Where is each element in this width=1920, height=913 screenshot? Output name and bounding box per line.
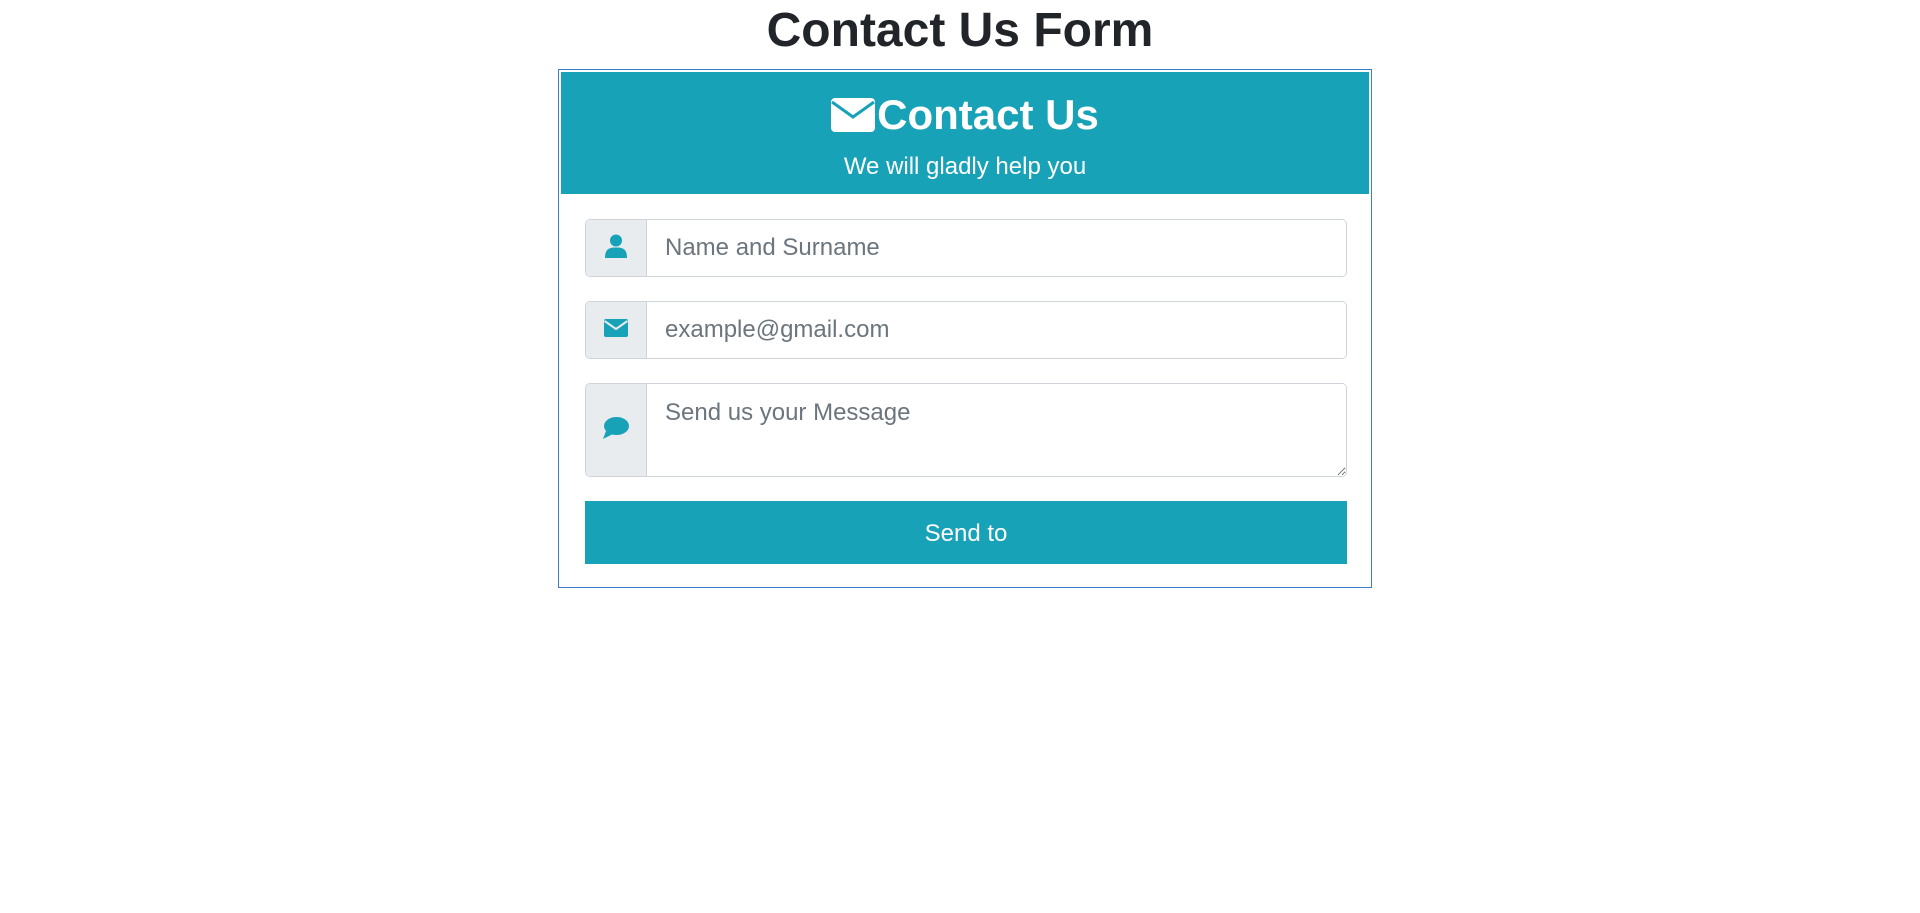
message-input-group: [585, 383, 1347, 477]
user-icon: [605, 234, 627, 263]
card-header-subtitle: We will gladly help you: [843, 153, 1087, 180]
name-addon: [586, 220, 647, 276]
email-input-group: [585, 301, 1347, 359]
speech-bubble-icon: [603, 416, 629, 444]
card-header: Contact Us We will gladly help you: [561, 72, 1369, 194]
email-addon: [586, 302, 647, 358]
name-input-group: [585, 219, 1347, 277]
send-button[interactable]: Send to: [585, 501, 1347, 564]
message-textarea[interactable]: [647, 384, 1346, 476]
page-title: Contact Us Form: [766, 4, 1154, 57]
card-header-title: Contact Us: [561, 90, 1369, 140]
envelope-icon: [831, 98, 877, 132]
card-header-title-text: Contact Us: [877, 91, 1099, 138]
email-input[interactable]: [647, 302, 1346, 358]
name-input[interactable]: [647, 220, 1346, 276]
contact-card: Contact Us We will gladly help you Name …: [558, 69, 1372, 588]
envelope-icon: [603, 318, 629, 342]
message-addon: [586, 384, 647, 476]
